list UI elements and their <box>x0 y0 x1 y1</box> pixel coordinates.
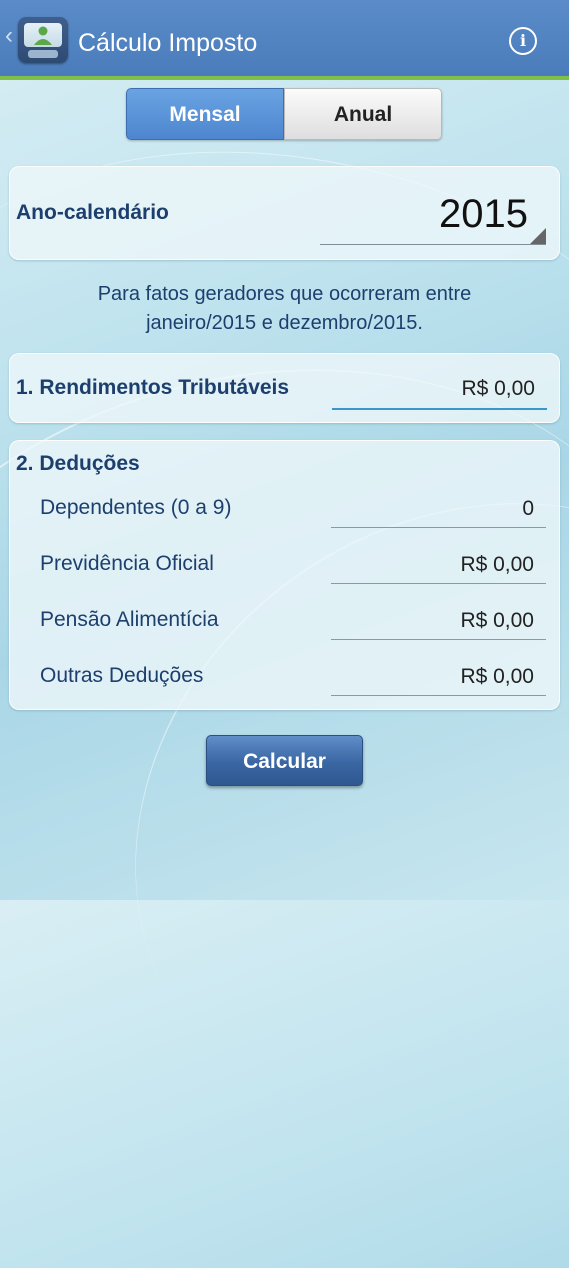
deductions-heading: 2. Deduções <box>16 452 140 475</box>
calendar-year-label: Ano-calendário <box>16 201 169 224</box>
toggle-anual[interactable]: Anual <box>284 88 442 140</box>
action-bar: ‹ Cálculo Imposto i <box>0 0 569 80</box>
toggle-mensal[interactable]: Mensal <box>126 88 284 140</box>
person-icon <box>34 26 52 45</box>
period-note: Para fatos geradores que ocorreram entre… <box>20 280 549 338</box>
logo-base <box>28 50 58 58</box>
period-toggle: Mensal Anual <box>126 88 442 140</box>
official-pension-input[interactable]: R$ 0,00 <box>331 550 546 584</box>
alimony-input[interactable]: R$ 0,00 <box>331 606 546 640</box>
spinner-underline <box>320 244 546 245</box>
calculate-button[interactable]: Calcular <box>206 735 363 786</box>
dependents-label: Dependentes (0 a 9) <box>40 496 232 519</box>
period-note-line: Para fatos geradores que ocorreram entre <box>97 283 472 305</box>
period-note-line: janeiro/2015 e dezembro/2015. <box>146 312 423 334</box>
calendar-year-spinner[interactable]: 2015 <box>320 192 528 237</box>
alimony-label: Pensão Alimentícia <box>40 608 219 631</box>
other-deductions-label: Outras Deduções <box>40 664 204 687</box>
taxable-income-label: 1. Rendimentos Tributáveis <box>16 376 290 399</box>
other-deductions-input[interactable]: R$ 0,00 <box>331 662 546 696</box>
back-chevron-icon[interactable]: ‹ <box>5 24 13 48</box>
official-pension-label: Previdência Oficial <box>40 552 214 575</box>
info-icon[interactable]: i <box>509 27 537 55</box>
page-title: Cálculo Imposto <box>78 29 258 57</box>
spinner-dropdown-icon[interactable] <box>530 228 546 244</box>
dependents-input[interactable]: 0 <box>331 494 546 528</box>
taxable-income-input[interactable]: R$ 0,00 <box>332 374 547 410</box>
app-logo-icon[interactable] <box>18 17 68 63</box>
